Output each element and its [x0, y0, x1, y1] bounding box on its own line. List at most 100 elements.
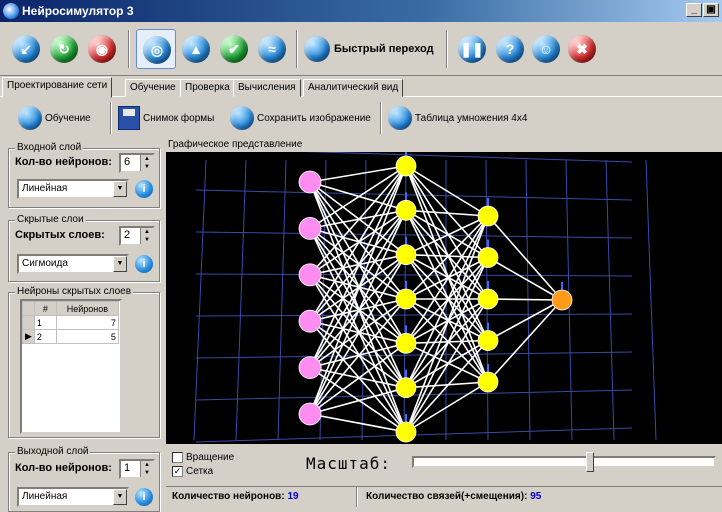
close-icon: ✖: [568, 35, 596, 63]
check-button[interactable]: ✔: [214, 29, 254, 69]
rotation-label: Вращение: [186, 452, 235, 463]
hidden-neuron: [395, 377, 417, 399]
input-layer-group: Входной слой Кол-во нейронов: 6 ▲ ▼ Линейн…: [8, 142, 160, 208]
multiplication-table-button[interactable]: Таблица умножения 4x4: [388, 104, 527, 132]
train-button[interactable]: Обучение: [18, 104, 91, 132]
network-graph[interactable]: [166, 152, 722, 444]
tab-analytic[interactable]: Аналитический вид: [303, 79, 404, 97]
input-layer-title: Входной слой: [15, 142, 84, 153]
quick-jump-button[interactable]: Быстрый переход: [304, 34, 434, 64]
chevron-down-icon: ▼: [113, 181, 127, 197]
tab-training[interactable]: Обучение: [125, 79, 181, 97]
app-icon: [3, 3, 19, 19]
graph-label: Графическое представление: [166, 139, 305, 150]
connection-line: [405, 165, 489, 341]
neurons-count-label: Количество нейронов:: [172, 491, 285, 502]
table-icon: [388, 106, 412, 130]
status-bar: Количество нейронов: 19 Количество связе…: [166, 486, 722, 507]
links-count-value: 95: [530, 491, 542, 502]
connection-line: [405, 257, 489, 433]
zoom-slider-thumb[interactable]: [586, 452, 594, 472]
quick-jump-label: Быстрый переход: [334, 43, 434, 55]
hidden-activation-value: Сигмоида: [22, 258, 68, 269]
row-num: 1: [33, 315, 57, 330]
connection-line: [309, 165, 407, 183]
save-image-icon: [230, 106, 254, 130]
save-image-button[interactable]: Сохранить изображение: [230, 104, 371, 132]
wave-button[interactable]: ≈: [252, 29, 292, 69]
train-icon: [18, 106, 42, 130]
hidden-neuron: [477, 371, 499, 393]
table-row[interactable]: 17: [22, 315, 119, 330]
output-info-icon[interactable]: i: [135, 488, 153, 506]
status-separator: [356, 487, 358, 507]
hidden-info-icon[interactable]: i: [135, 255, 153, 273]
toolbar-separator: [128, 30, 130, 68]
connection-line: [405, 254, 489, 342]
zoom-label: Масштаб:: [306, 454, 392, 473]
row-neurons[interactable]: 7: [55, 315, 119, 330]
spin-arrows-icon: ▲ ▼: [140, 228, 153, 244]
tab-compute[interactable]: Вычисления: [233, 79, 301, 97]
row-neurons[interactable]: 5: [55, 329, 119, 344]
hidden-neuron: [395, 288, 417, 310]
connection-line: [487, 256, 563, 301]
help-icon: ?: [496, 35, 524, 63]
grid-label: Сетка: [186, 466, 214, 477]
close-app-button[interactable]: ✖: [562, 29, 602, 69]
subbar-separator: [380, 102, 382, 134]
col-header-num: #: [33, 301, 57, 316]
rotation-box: [172, 452, 183, 463]
up-button[interactable]: ▲: [176, 29, 216, 69]
tab-check[interactable]: Проверка: [180, 79, 235, 97]
grid-checkbox[interactable]: ✓ Сетка: [172, 466, 213, 477]
table-row[interactable]: ▶ 2 5: [22, 329, 119, 344]
stop-button[interactable]: ◉: [82, 29, 122, 69]
sub-toolbar: Обучение Снимок формы Сохранить изображе…: [0, 98, 722, 138]
refresh-icon: ↻: [50, 35, 78, 63]
config-button[interactable]: ☺: [526, 29, 566, 69]
input-neurons-value: 6: [124, 156, 131, 168]
main-toolbar: ↙ ↻ ◉ ◎ ▲ ✔ ≈ Быстрый переход ❚❚ ? ☺ ✖: [0, 22, 722, 76]
input-info-icon[interactable]: i: [135, 180, 153, 198]
snapshot-button[interactable]: Снимок формы: [118, 104, 214, 132]
refresh-button[interactable]: ↻: [44, 29, 84, 69]
hidden-layers-value: 2: [124, 229, 131, 241]
input-activation-select[interactable]: Линейная ▼: [17, 179, 129, 199]
back-button[interactable]: ↙: [6, 29, 46, 69]
spin-arrows-icon: ▲ ▼: [140, 155, 153, 171]
maximize-button[interactable]: ▣: [703, 3, 719, 17]
train-label: Обучение: [45, 112, 91, 124]
title-bar[interactable]: Нейросимулятор 3 _ ▣: [0, 0, 722, 22]
connection-line: [487, 299, 563, 383]
hidden-neuron: [477, 330, 499, 351]
input-neuron: [298, 217, 322, 240]
view-button[interactable]: ◎: [136, 29, 176, 69]
help-button[interactable]: ?: [490, 29, 530, 69]
hidden-layers-group: Скрытые слои Скрытых слоев: 2 ▲ ▼ Сигмоида…: [8, 214, 160, 282]
arrow-right-icon: [304, 36, 330, 62]
output-layer-title: Выходной слой: [15, 446, 91, 457]
network-canvas[interactable]: [166, 152, 722, 444]
output-neurons-label: Кол-во нейронов:: [15, 462, 112, 474]
input-neuron: [298, 402, 322, 426]
minimize-button[interactable]: _: [686, 3, 702, 17]
input-neurons-spinner[interactable]: 6 ▲ ▼: [119, 153, 155, 173]
hidden-neurons-table[interactable]: # Нейронов 17 ▶ 2 5: [20, 299, 122, 434]
hidden-layers-spinner[interactable]: 2 ▲ ▼: [119, 226, 155, 246]
stop-icon: ◉: [88, 35, 116, 63]
output-activation-select[interactable]: Линейная ▼: [17, 487, 129, 507]
rotation-checkbox[interactable]: Вращение: [172, 452, 234, 463]
pause-button[interactable]: ❚❚: [452, 29, 492, 69]
output-neurons-spinner[interactable]: 1 ▲ ▼: [119, 459, 155, 479]
input-neurons-label: Кол-во нейронов:: [15, 156, 112, 168]
window-title: Нейросимулятор 3: [22, 4, 134, 18]
floppy-disk-icon: [118, 106, 140, 130]
tab-network-design[interactable]: Проектирование сети: [2, 77, 113, 98]
hidden-layers-title: Скрытые слои: [15, 214, 86, 225]
hidden-neuron: [477, 288, 499, 310]
output-neuron: [551, 289, 573, 311]
zoom-slider[interactable]: [412, 452, 716, 472]
pause-icon: ❚❚: [458, 35, 486, 63]
hidden-activation-select[interactable]: Сигмоида ▼: [17, 254, 129, 274]
